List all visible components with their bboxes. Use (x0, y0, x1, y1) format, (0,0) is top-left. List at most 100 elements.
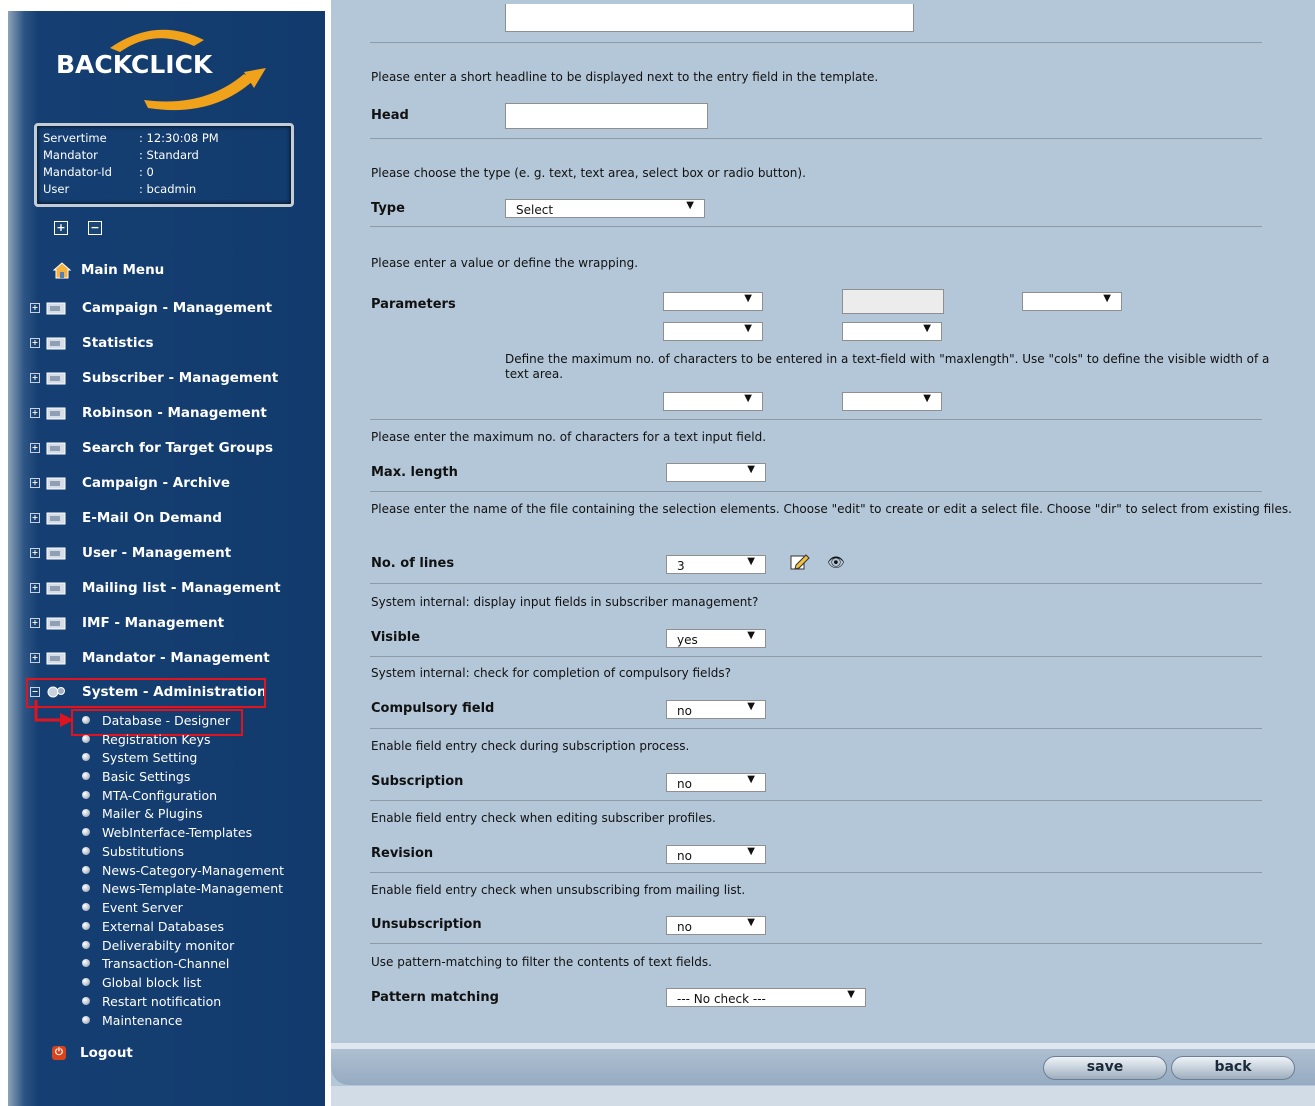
menu-robinson-management[interactable]: + Robinson - Management (30, 402, 267, 424)
submenu-registration-keys[interactable]: Registration Keys (82, 730, 211, 748)
menu-subscriber-management[interactable]: + Subscriber - Management (30, 367, 278, 389)
lines-description: Please enter the name of the file contai… (371, 502, 1292, 516)
parameter-select-3[interactable]: ▼ (663, 322, 763, 341)
bullet-icon (82, 735, 90, 743)
pattern-select[interactable]: --- No check --- ▼ (666, 988, 866, 1007)
max-length-description: Please enter the maximum no. of characte… (371, 430, 767, 444)
menu-imf-management[interactable]: + IMF - Management (30, 612, 224, 634)
submenu-external-databases[interactable]: External Databases (82, 917, 224, 935)
subscription-label: Subscription (371, 774, 464, 789)
bullet-icon (82, 903, 90, 911)
head-label: Head (371, 108, 409, 123)
submenu-label: Transaction-Channel (102, 955, 230, 971)
dropdown-arrow-icon: ▼ (686, 200, 694, 211)
dropdown-arrow-icon: ▼ (747, 556, 755, 567)
menu-label: Mailing list - Management (82, 580, 281, 596)
dropdown-arrow-icon: ▼ (747, 464, 755, 475)
visible-select[interactable]: yes ▼ (666, 629, 766, 648)
dropdown-arrow-icon: ▼ (847, 989, 855, 1000)
folder-icon (46, 337, 66, 350)
submenu-deliverability-monitor[interactable]: Deliverabilty monitor (82, 936, 234, 954)
folder-icon (46, 407, 66, 420)
dropdown-arrow-icon: ▼ (1103, 293, 1111, 304)
parameter-select-5[interactable]: ▼ (663, 392, 763, 411)
parameter-select-2[interactable]: ▼ (1022, 292, 1122, 311)
submenu-label: WebInterface-Templates (102, 824, 253, 840)
menu-label: Subscriber - Management (82, 370, 279, 386)
submenu-label: News-Category-Management (102, 862, 285, 878)
divider (370, 872, 1262, 873)
pattern-description: Use pattern-matching to filter the conte… (371, 955, 712, 969)
dropdown-arrow-icon: ▼ (747, 846, 755, 857)
revision-select[interactable]: no ▼ (666, 845, 766, 864)
parameters-note: Define the maximum no. of characters to … (505, 352, 1270, 381)
submenu-news-template-management[interactable]: News-Template-Management (82, 879, 283, 897)
menu-mandator-management[interactable]: + Mandator - Management (30, 647, 270, 669)
edit-icon[interactable] (790, 553, 810, 571)
subscription-select-value: no (677, 777, 692, 791)
logout-link[interactable]: ⏻ Logout (52, 1042, 133, 1064)
revision-description: Enable field entry check when editing su… (371, 811, 716, 825)
subscription-select[interactable]: no ▼ (666, 773, 766, 792)
expand-icon: + (30, 338, 40, 348)
view-eye-icon[interactable]: 👁 (827, 555, 845, 571)
submenu-maintenance[interactable]: Maintenance (82, 1011, 183, 1029)
parameter-select-4[interactable]: ▼ (842, 322, 942, 341)
menu-campaign-archive[interactable]: + Campaign - Archive (30, 472, 230, 494)
dropdown-arrow-icon: ▼ (744, 393, 752, 404)
menu-search-target-groups[interactable]: + Search for Target Groups (30, 437, 273, 459)
menu-label: Campaign - Archive (82, 475, 231, 491)
folder-icon (46, 477, 66, 490)
submenu-mailer-plugins[interactable]: Mailer & Plugins (82, 804, 203, 822)
menu-campaign-management[interactable]: + Campaign - Management (30, 297, 272, 319)
parameter-select-6[interactable]: ▼ (842, 392, 942, 411)
main-menu-link[interactable]: Main Menu (52, 259, 164, 281)
head-input[interactable] (505, 103, 708, 129)
menu-label: E-Mail On Demand (82, 510, 222, 526)
expand-icon: + (30, 653, 40, 663)
submenu-news-category-management[interactable]: News-Category-Management (82, 861, 284, 879)
lines-select[interactable]: 3 ▼ (666, 555, 766, 574)
menu-mailing-list-management[interactable]: + Mailing list - Management (30, 577, 281, 599)
submenu-substitutions[interactable]: Substitutions (82, 842, 184, 860)
max-length-select[interactable]: ▼ (666, 463, 766, 482)
submenu-label: Maintenance (102, 1012, 183, 1028)
save-button[interactable]: save (1043, 1056, 1167, 1080)
menu-email-on-demand[interactable]: + E-Mail On Demand (30, 507, 222, 529)
submenu-system-setting[interactable]: System Setting (82, 748, 197, 766)
parameter-select-1[interactable]: ▼ (663, 292, 763, 311)
menu-label: IMF - Management (82, 615, 225, 631)
submenu-restart-notification[interactable]: Restart notification (82, 992, 221, 1010)
type-select-value: Select (516, 203, 554, 217)
bullet-icon (82, 997, 90, 1005)
expand-icon: + (30, 618, 40, 628)
menu-label: Statistics (82, 335, 154, 351)
submenu-mta-configuration[interactable]: MTA-Configuration (82, 786, 217, 804)
bullet-icon (82, 1016, 90, 1024)
submenu-label: Event Server (102, 899, 183, 915)
menu-label: Robinson - Management (82, 405, 267, 421)
compulsory-select[interactable]: no ▼ (666, 700, 766, 719)
submenu-transaction-channel[interactable]: Transaction-Channel (82, 954, 229, 972)
type-select[interactable]: Select ▼ (505, 199, 705, 218)
compulsory-label: Compulsory field (371, 701, 495, 716)
unsubscription-select[interactable]: no ▼ (666, 916, 766, 935)
submenu-database-designer[interactable]: Database - Designer (82, 711, 230, 729)
parameters-description: Please enter a value or define the wrapp… (371, 256, 639, 270)
menu-user-management[interactable]: + User - Management (30, 542, 231, 564)
expand-icon: + (30, 513, 40, 523)
submenu-global-block-list[interactable]: Global block list (82, 973, 201, 991)
submenu-basic-settings[interactable]: Basic Settings (82, 767, 190, 785)
collapse-all-button[interactable]: − (88, 221, 102, 235)
dropdown-arrow-icon: ▼ (747, 630, 755, 641)
back-button[interactable]: back (1171, 1056, 1295, 1080)
description-textarea[interactable] (505, 4, 914, 32)
divider (370, 583, 1262, 584)
expand-all-button[interactable]: + (54, 221, 68, 235)
folder-icon (46, 652, 66, 665)
menu-statistics[interactable]: + Statistics (30, 332, 154, 354)
parameter-input-disabled[interactable] (842, 289, 944, 314)
dropdown-arrow-icon: ▼ (747, 917, 755, 928)
submenu-webinterface-templates[interactable]: WebInterface-Templates (82, 823, 252, 841)
submenu-event-server[interactable]: Event Server (82, 898, 183, 916)
